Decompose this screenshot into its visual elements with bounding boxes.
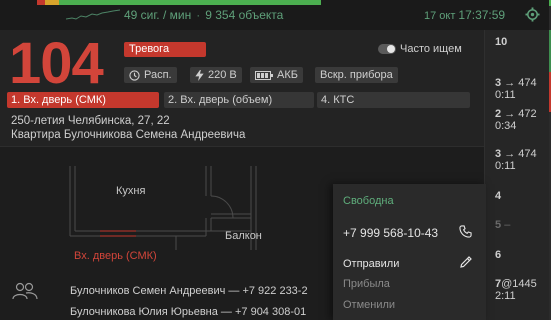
alarm-status-badge: Тревога bbox=[124, 42, 206, 57]
pencil-icon[interactable] bbox=[459, 255, 473, 269]
queue-item[interactable]: 3 → 474 0:11 bbox=[485, 148, 550, 172]
clock-date: 17 окт bbox=[424, 10, 456, 22]
zone-1[interactable]: 1. Вх. дверь (СМК) bbox=[7, 92, 159, 108]
load-segment bbox=[45, 0, 59, 5]
queue-item-number: 2 bbox=[495, 108, 502, 120]
queue-item-time: 0:11 bbox=[495, 89, 516, 101]
queue-item[interactable]: 5 – bbox=[485, 219, 550, 231]
activity-sparkline bbox=[66, 9, 120, 20]
schedule-label: Расп. bbox=[144, 69, 172, 81]
often-search-label: Часто ищем bbox=[400, 43, 462, 55]
queue-item-target: – bbox=[504, 219, 511, 231]
voltage-chip[interactable]: 220 В bbox=[190, 67, 242, 83]
kitchen-label: Кухня bbox=[116, 185, 146, 197]
option-arrived[interactable]: Прибыла bbox=[343, 278, 390, 290]
option-canceled[interactable]: Отменили bbox=[343, 299, 395, 311]
crew-phone[interactable]: +7 999 568-10-43 bbox=[343, 226, 438, 240]
clock: 17 окт 17:37:59 bbox=[424, 8, 505, 22]
clock-icon bbox=[129, 69, 140, 81]
crew-status[interactable]: Свободна bbox=[343, 195, 394, 207]
queue-item-number: 5 bbox=[495, 219, 502, 231]
load-segment bbox=[37, 0, 45, 5]
option-sent[interactable]: Отправили bbox=[343, 258, 399, 270]
queue-item-number: 4 bbox=[495, 190, 502, 202]
toggle-switch[interactable] bbox=[378, 44, 396, 54]
battery-chip[interactable]: АКБ bbox=[250, 67, 303, 83]
crew-status-dropdown[interactable]: Свободна +7 999 568-10-43 Отправили Приб… bbox=[333, 184, 486, 320]
phone-icon[interactable] bbox=[459, 225, 472, 238]
queue-item-time: 2:11 bbox=[495, 290, 516, 302]
object-apartment: Квартира Булочникова Семена Андреевича bbox=[11, 129, 246, 141]
queue-item-target: → 474 bbox=[504, 148, 537, 160]
object-address: 250-летия Челябинска, 27, 22 bbox=[11, 115, 170, 127]
clock-time: 17:37:59 bbox=[458, 8, 506, 22]
queue-item[interactable]: 10 bbox=[485, 36, 550, 48]
balcony-label: Балкон bbox=[225, 230, 262, 242]
queue-item[interactable]: 2 → 472 0:34 bbox=[485, 108, 550, 132]
queue-item[interactable]: 3 → 474 0:11 bbox=[485, 77, 550, 101]
lightning-icon bbox=[195, 69, 204, 81]
queue-item-number: 10 bbox=[495, 36, 508, 48]
often-search-toggle[interactable]: Часто ищем bbox=[378, 43, 462, 55]
battery-icon bbox=[255, 70, 273, 80]
queue-item-number: 3 bbox=[495, 77, 502, 89]
floor-plan[interactable] bbox=[66, 166, 336, 250]
battery-label: АКБ bbox=[277, 69, 298, 81]
queue-item-time: 0:11 bbox=[495, 160, 516, 172]
queue-item[interactable]: 4 bbox=[485, 190, 550, 202]
queue-item[interactable]: 7@1445 2:11 bbox=[485, 278, 550, 302]
queue-item-number: 3 bbox=[495, 148, 502, 160]
entrance-door-label[interactable]: Вх. дверь (СМК) bbox=[74, 250, 157, 262]
queue-item[interactable]: 6 bbox=[485, 249, 550, 261]
object-number: 104 bbox=[9, 31, 104, 96]
queue-item-number: 6 bbox=[495, 249, 502, 261]
rate-separator: · bbox=[196, 8, 201, 22]
zone-2[interactable]: 2. Вх. дверь (объем) bbox=[164, 92, 314, 108]
load-segment bbox=[59, 0, 321, 5]
queue-item-target: → 472 bbox=[504, 108, 537, 120]
tamper-label: Вскр. прибора bbox=[320, 69, 393, 81]
voltage-label: 220 В bbox=[208, 69, 237, 81]
signals-rate-text: 49 сиг. / мин bbox=[124, 8, 192, 22]
tamper-chip[interactable]: Вскр. прибора bbox=[315, 67, 398, 83]
load-segment-bar bbox=[37, 0, 321, 5]
queue-item-target: → 474 bbox=[504, 77, 537, 89]
signals-rate: 49 сиг. / мин · 9 354 объекта bbox=[124, 8, 283, 22]
contact-item[interactable]: Булочникова Юлия Юрьевна — +7 904 308-01 bbox=[70, 306, 306, 318]
gear-icon[interactable] bbox=[525, 7, 540, 22]
queue-item-time: 0:34 bbox=[495, 120, 517, 132]
contact-item[interactable]: Булочников Семен Андреевич — +7 922 233-… bbox=[70, 285, 308, 297]
top-status-bar: 49 сиг. / мин · 9 354 объекта 17 окт 17:37:… bbox=[0, 0, 549, 30]
people-icon bbox=[12, 282, 38, 300]
queue-item-target: @1445 bbox=[501, 278, 537, 290]
schedule-chip[interactable]: Расп. bbox=[124, 67, 177, 83]
zone-4[interactable]: 4. КТС bbox=[317, 92, 470, 108]
alarm-queue-sidebar: 10 3 → 474 0:11 2 → 472 0:34 3 → 474 0:11 4… bbox=[484, 30, 549, 320]
divider bbox=[0, 146, 484, 147]
objects-count: 9 354 объекта bbox=[205, 8, 284, 22]
